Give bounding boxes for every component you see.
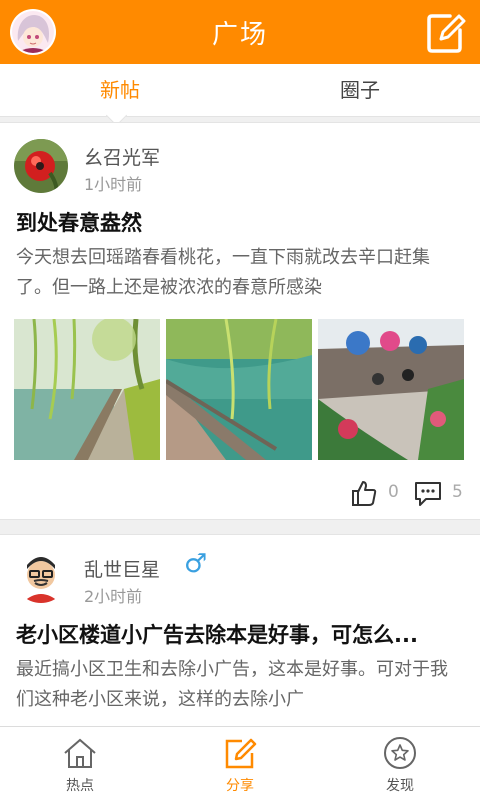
compose-icon xyxy=(427,14,466,53)
cartoon-avatar-icon xyxy=(14,549,68,603)
author-avatar[interactable] xyxy=(14,139,68,193)
star-circle-icon xyxy=(384,737,416,769)
post-title[interactable]: 老小区楼道小广告去除本是好事，可怎么... xyxy=(16,619,464,649)
nav-label: 分享 xyxy=(226,778,254,794)
willow-river-image xyxy=(14,319,160,460)
post-title[interactable]: 到处春意盎然 xyxy=(16,207,464,237)
post-card[interactable]: 幺召光军 1小时前 到处春意盎然 今天想去回瑶踏春看桃花，一直下雨就改去辛口赶集… xyxy=(0,122,480,520)
flower-avatar-icon xyxy=(14,139,68,193)
author-avatar[interactable] xyxy=(14,549,68,603)
railing-river-image xyxy=(166,319,312,460)
nav-label: 发现 xyxy=(386,778,414,794)
comment-icon xyxy=(415,482,441,506)
post-time: 2小时前 xyxy=(84,587,143,606)
page-title: 广场 xyxy=(211,20,268,50)
comment-count: 5 xyxy=(452,482,463,502)
thumbs-up-icon xyxy=(352,481,377,506)
post-image[interactable] xyxy=(14,319,160,460)
male-gender-icon: ♂ xyxy=(184,549,208,579)
post-excerpt: 最近搞小区卫生和去除小广告，这本是好事。可对于我们这种老小区来说，这样的去除小广 xyxy=(16,659,448,710)
tab-circles[interactable]: 圈子 xyxy=(240,64,480,116)
market-crowd-image xyxy=(318,319,464,460)
bottom-navigation: 热点 分享 发现 xyxy=(0,726,480,801)
house-icon xyxy=(64,738,96,768)
post-image[interactable] xyxy=(166,319,312,460)
post-time: 1小时前 xyxy=(84,175,143,194)
post-excerpt: 今天想去回瑶踏春看桃花，一直下雨就改去辛口赶集了。但一路上还是被浓浓的春意所感染 xyxy=(16,247,430,298)
app-header: 广场 xyxy=(0,0,480,64)
author-name[interactable]: 乱世巨星 xyxy=(84,555,160,582)
nav-label: 热点 xyxy=(66,778,94,794)
like-count: 0 xyxy=(388,482,399,502)
share-edit-icon xyxy=(225,738,257,769)
nav-share[interactable]: 分享 xyxy=(160,727,320,801)
nav-hot[interactable]: 热点 xyxy=(0,727,160,801)
author-name[interactable]: 幺召光军 xyxy=(84,143,160,170)
post-image[interactable] xyxy=(318,319,464,460)
post-card[interactable]: 乱世巨星 ♂ 2小时前 老小区楼道小广告去除本是好事，可怎么... 最近搞小区卫… xyxy=(0,534,480,736)
nav-discover[interactable]: 发现 xyxy=(320,727,480,801)
like-button[interactable] xyxy=(350,479,378,507)
compose-button[interactable] xyxy=(426,10,466,54)
comment-button[interactable] xyxy=(414,481,442,507)
tab-bar: 新帖 圈子 xyxy=(0,64,480,127)
